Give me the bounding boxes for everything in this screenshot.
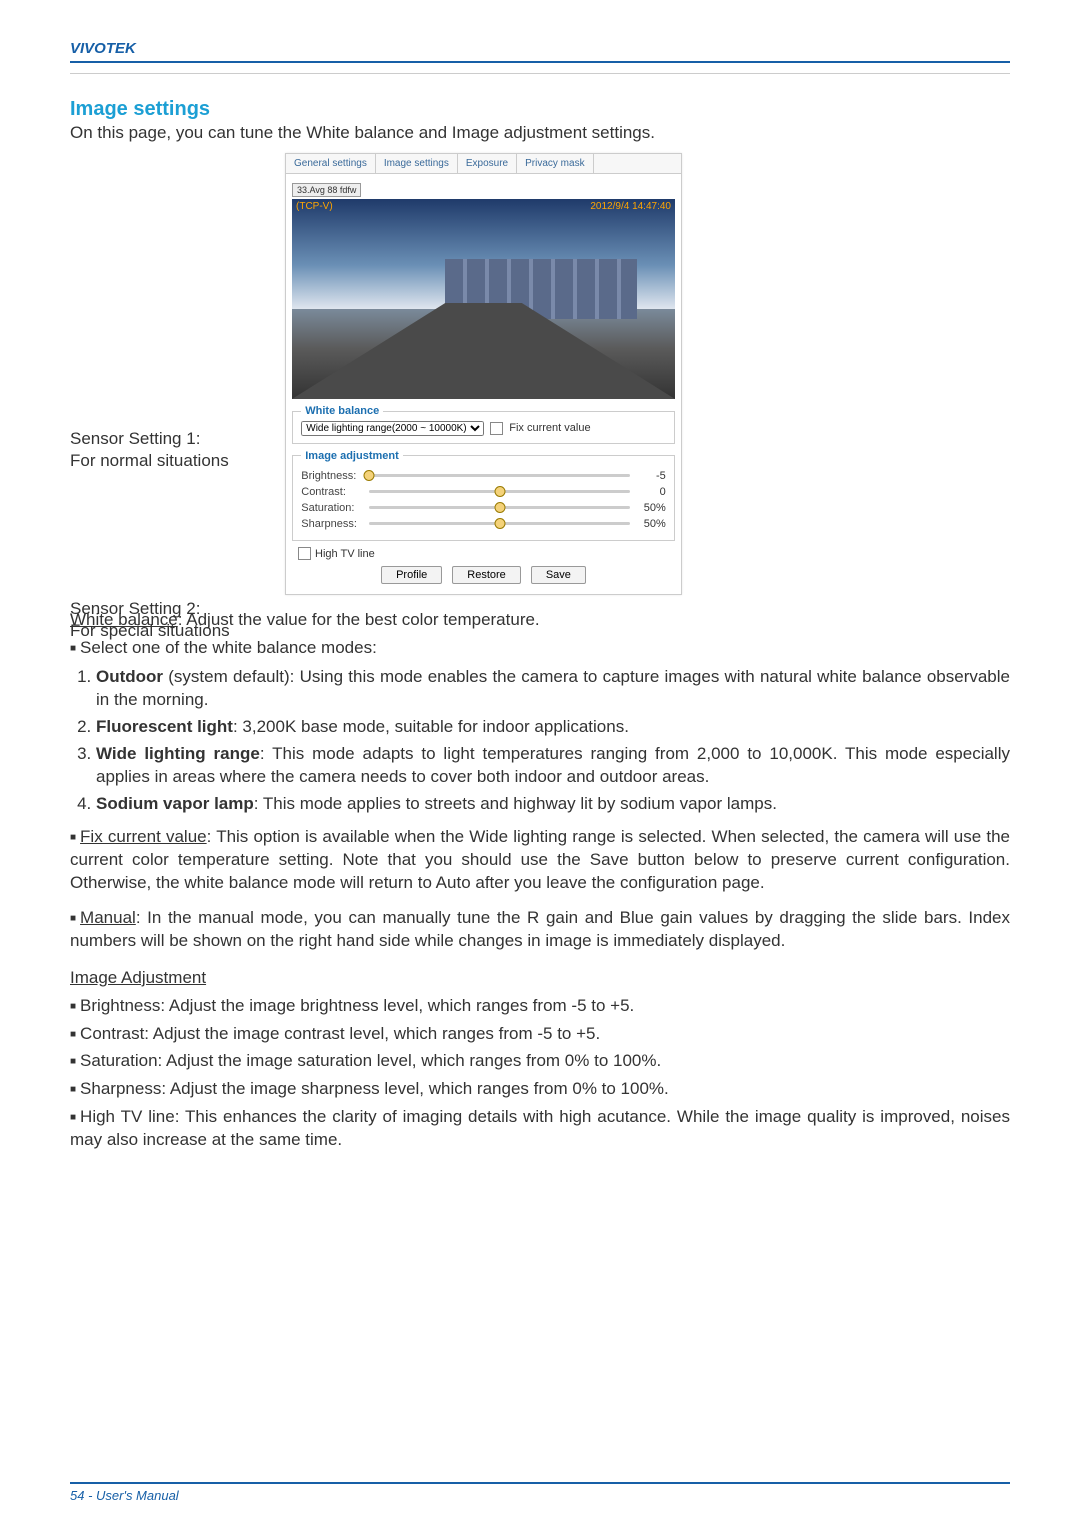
sensor-setting-2-title: Sensor Setting 2:	[70, 598, 230, 620]
saturation-value: 50%	[638, 502, 666, 514]
brightness-label: Brightness:	[301, 470, 361, 482]
sensor-setting-1-sub: For normal situations	[70, 450, 229, 472]
adj-contrast-desc: Contrast: Adjust the image contrast leve…	[80, 1024, 600, 1043]
profile-button[interactable]: Profile	[381, 566, 442, 584]
adj-tvline-desc: High TV line: This enhances the clarity …	[70, 1107, 1010, 1149]
fix-current-value-checkbox[interactable]	[490, 422, 503, 435]
sharpness-slider[interactable]	[369, 522, 630, 525]
sensor-setting-2-sub: For special situations	[70, 620, 230, 642]
contrast-slider[interactable]	[369, 490, 630, 493]
contrast-label: Contrast:	[301, 486, 361, 498]
adj-brightness-desc: Brightness: Adjust the image brightness …	[80, 996, 634, 1015]
tab-general-settings[interactable]: General settings	[286, 154, 376, 173]
brightness-value: -5	[638, 470, 666, 482]
save-button[interactable]: Save	[531, 566, 586, 584]
fix-current-value-heading: Fix current value	[80, 827, 207, 846]
image-adjustment-group: Image adjustment Brightness: -5 Contrast…	[292, 450, 675, 542]
video-overlay-label: (TCP-V)	[296, 201, 333, 212]
mode-sodium-name: Sodium vapor lamp	[96, 794, 254, 813]
mode-fluorescent-name: Fluorescent light	[96, 717, 233, 736]
sensor-setting-1-title: Sensor Setting 1:	[70, 428, 229, 450]
high-tv-line-label: High TV line	[315, 548, 375, 560]
image-settings-panel: General settings Image settings Exposure…	[285, 153, 682, 595]
manual-desc: : In the manual mode, you can manually t…	[70, 908, 1010, 950]
tab-privacy-mask[interactable]: Privacy mask	[517, 154, 593, 173]
brand-header: VIVOTEK	[70, 40, 1010, 63]
mode-outdoor-desc: (system default): Using this mode enable…	[96, 667, 1010, 709]
high-tv-line-checkbox[interactable]	[298, 547, 311, 560]
fix-current-value-desc: : This option is available when the Wide…	[70, 827, 1010, 892]
adj-sharpness-desc: Sharpness: Adjust the image sharpness le…	[80, 1079, 669, 1098]
contrast-value: 0	[638, 486, 666, 498]
adj-saturation-desc: Saturation: Adjust the image saturation …	[80, 1051, 661, 1070]
brightness-slider[interactable]	[369, 474, 630, 477]
fix-current-value-label: Fix current value	[509, 422, 590, 434]
saturation-slider[interactable]	[369, 506, 630, 509]
section-intro: On this page, you can tune the White bal…	[70, 123, 1010, 143]
image-adjustment-heading: Image Adjustment	[70, 968, 206, 987]
mode-outdoor-name: Outdoor	[96, 667, 163, 686]
sharpness-value: 50%	[638, 518, 666, 530]
tab-exposure[interactable]: Exposure	[458, 154, 517, 173]
manual-heading: Manual	[80, 908, 136, 927]
fps-indicator: 33.Avg 88 fdfw	[292, 183, 361, 197]
mode-sodium-desc: : This mode applies to streets and highw…	[254, 794, 777, 813]
video-preview-container: 33.Avg 88 fdfw (TCP-V) 2012/9/4 14:47:40	[292, 180, 675, 399]
image-adjustment-legend: Image adjustment	[301, 450, 403, 462]
header-divider	[70, 73, 1010, 74]
saturation-label: Saturation:	[301, 502, 361, 514]
white-balance-legend: White balance	[301, 405, 383, 417]
panel-tabs: General settings Image settings Exposure…	[286, 154, 681, 174]
mode-fluorescent-desc: : 3,200K base mode, suitable for indoor …	[233, 717, 629, 736]
sharpness-label: Sharpness:	[301, 518, 361, 530]
white-balance-heading-rest: : Adjust the value for the best color te…	[178, 610, 540, 629]
white-balance-select[interactable]: Wide lighting range(2000 ~ 10000K)	[301, 421, 484, 436]
video-overlay-timestamp: 2012/9/4 14:47:40	[590, 201, 671, 212]
tab-image-settings[interactable]: Image settings	[376, 154, 458, 173]
body-text: White balance: Adjust the value for the …	[70, 609, 1010, 1152]
mode-wide-name: Wide lighting range	[96, 744, 260, 763]
restore-button[interactable]: Restore	[452, 566, 521, 584]
video-preview: (TCP-V) 2012/9/4 14:47:40	[292, 199, 675, 399]
white-balance-group: White balance Wide lighting range(2000 ~…	[292, 405, 675, 444]
footer-page-number: 54 - User's Manual	[70, 1482, 1010, 1503]
section-title: Image settings	[70, 98, 1010, 121]
sensor-labels: Sensor Setting 1: For normal situations …	[70, 153, 285, 595]
